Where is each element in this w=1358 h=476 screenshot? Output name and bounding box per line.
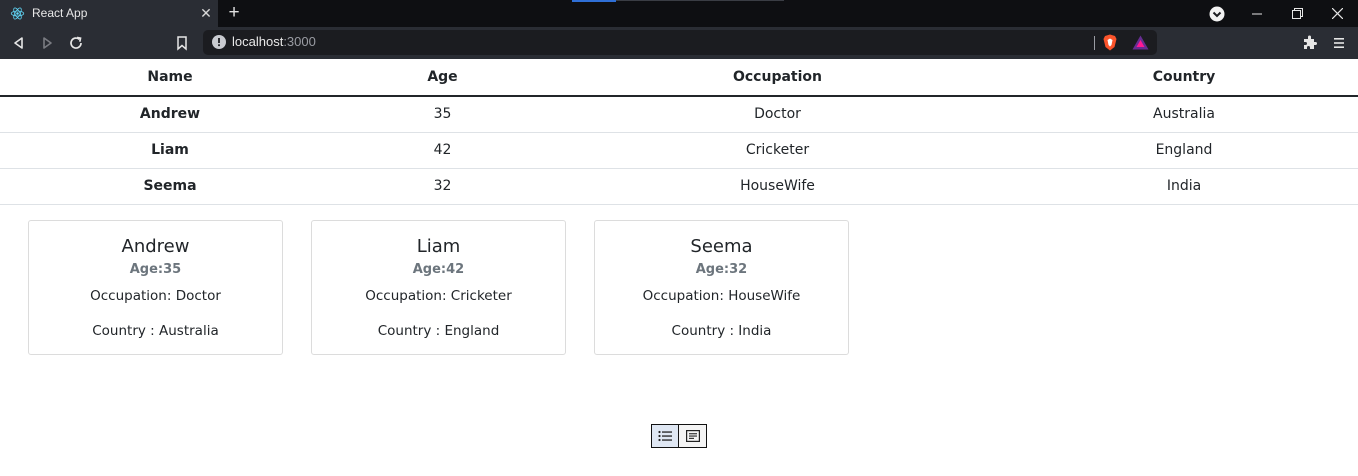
tab-title: React App xyxy=(32,6,88,20)
column-header-age: Age xyxy=(340,59,545,97)
card-occupation: Occupation: Doctor xyxy=(90,288,221,304)
cell-age: 35 xyxy=(340,96,545,133)
restore-icon[interactable] xyxy=(1278,0,1316,27)
column-header-name: Name xyxy=(0,59,340,97)
reload-icon[interactable] xyxy=(68,35,84,51)
card-age: Age:32 xyxy=(695,262,748,277)
url-host: localhost xyxy=(232,34,284,49)
profile-menu-icon[interactable] xyxy=(1209,6,1225,22)
person-card: Seema Age:32 Occupation: HouseWife Count… xyxy=(594,220,849,355)
list-view-icon xyxy=(658,430,672,442)
url-text[interactable]: localhost:3000 xyxy=(232,34,316,49)
menu-icon[interactable] xyxy=(1331,35,1347,51)
person-card: Liam Age:42 Occupation: Cricketer Countr… xyxy=(311,220,566,355)
cell-name: Andrew xyxy=(0,96,340,133)
card-view-button[interactable] xyxy=(679,424,707,448)
cell-occupation: HouseWife xyxy=(545,168,1010,205)
page-content: Name Age Occupation Country Andrew 35 Do… xyxy=(0,59,1358,476)
cell-country: Australia xyxy=(1010,96,1358,133)
tab-strip-divider xyxy=(616,0,784,1)
browser-toolbar: localhost:3000 xyxy=(0,27,1358,59)
table-row: Andrew 35 Doctor Australia xyxy=(0,96,1358,133)
column-header-occupation: Occupation xyxy=(545,59,1010,97)
minimize-icon[interactable] xyxy=(1238,0,1276,27)
url-port: :3000 xyxy=(283,34,316,49)
omnibox-separator xyxy=(1094,36,1095,50)
card-name: Seema xyxy=(690,236,753,257)
card-name: Liam xyxy=(416,236,461,257)
cell-name: Liam xyxy=(0,132,340,169)
close-window-icon[interactable] xyxy=(1318,0,1356,27)
card-country: Country : India xyxy=(671,323,772,339)
table-row: Liam 42 Cricketer England xyxy=(0,132,1358,169)
brave-shields-icon[interactable] xyxy=(1102,34,1118,51)
browser-tab-bar: React App ✕ + xyxy=(0,0,1358,27)
site-info-icon[interactable] xyxy=(212,35,226,49)
card-occupation: Occupation: Cricketer xyxy=(365,288,512,304)
forward-icon[interactable] xyxy=(39,35,55,51)
view-toggle xyxy=(651,424,707,448)
react-logo-icon xyxy=(10,7,25,20)
extensions-icon[interactable] xyxy=(1302,35,1318,51)
bookmark-icon[interactable] xyxy=(174,35,190,51)
back-icon[interactable] xyxy=(11,35,27,51)
close-tab-icon[interactable]: ✕ xyxy=(198,3,214,23)
card-age: Age:35 xyxy=(129,262,182,277)
card-name: Andrew xyxy=(121,236,190,257)
cell-age: 32 xyxy=(340,168,545,205)
new-tab-icon[interactable]: + xyxy=(224,2,244,24)
cell-age: 42 xyxy=(340,132,545,169)
card-occupation: Occupation: HouseWife xyxy=(642,288,801,304)
card-age: Age:42 xyxy=(412,262,465,277)
browser-tab[interactable]: React App ✕ xyxy=(0,0,218,27)
cell-country: India xyxy=(1010,168,1358,205)
card-country: Country : Australia xyxy=(92,323,219,339)
table-header-row: Name Age Occupation Country xyxy=(0,59,1358,97)
cell-occupation: Doctor xyxy=(545,96,1010,133)
card-view-icon xyxy=(685,430,700,442)
cell-name: Seema xyxy=(0,168,340,205)
table-row: Seema 32 HouseWife India xyxy=(0,168,1358,205)
cell-occupation: Cricketer xyxy=(545,132,1010,169)
brave-rewards-icon[interactable] xyxy=(1132,35,1149,50)
person-card: Andrew Age:35 Occupation: Doctor Country… xyxy=(28,220,283,355)
tab-strip-accent xyxy=(572,0,616,2)
cell-country: England xyxy=(1010,132,1358,169)
list-view-button[interactable] xyxy=(651,424,679,448)
address-bar[interactable]: localhost:3000 xyxy=(203,30,1157,55)
column-header-country: Country xyxy=(1010,59,1358,97)
people-table: Name Age Occupation Country Andrew 35 Do… xyxy=(0,59,1358,205)
card-country: Country : England xyxy=(377,323,500,339)
